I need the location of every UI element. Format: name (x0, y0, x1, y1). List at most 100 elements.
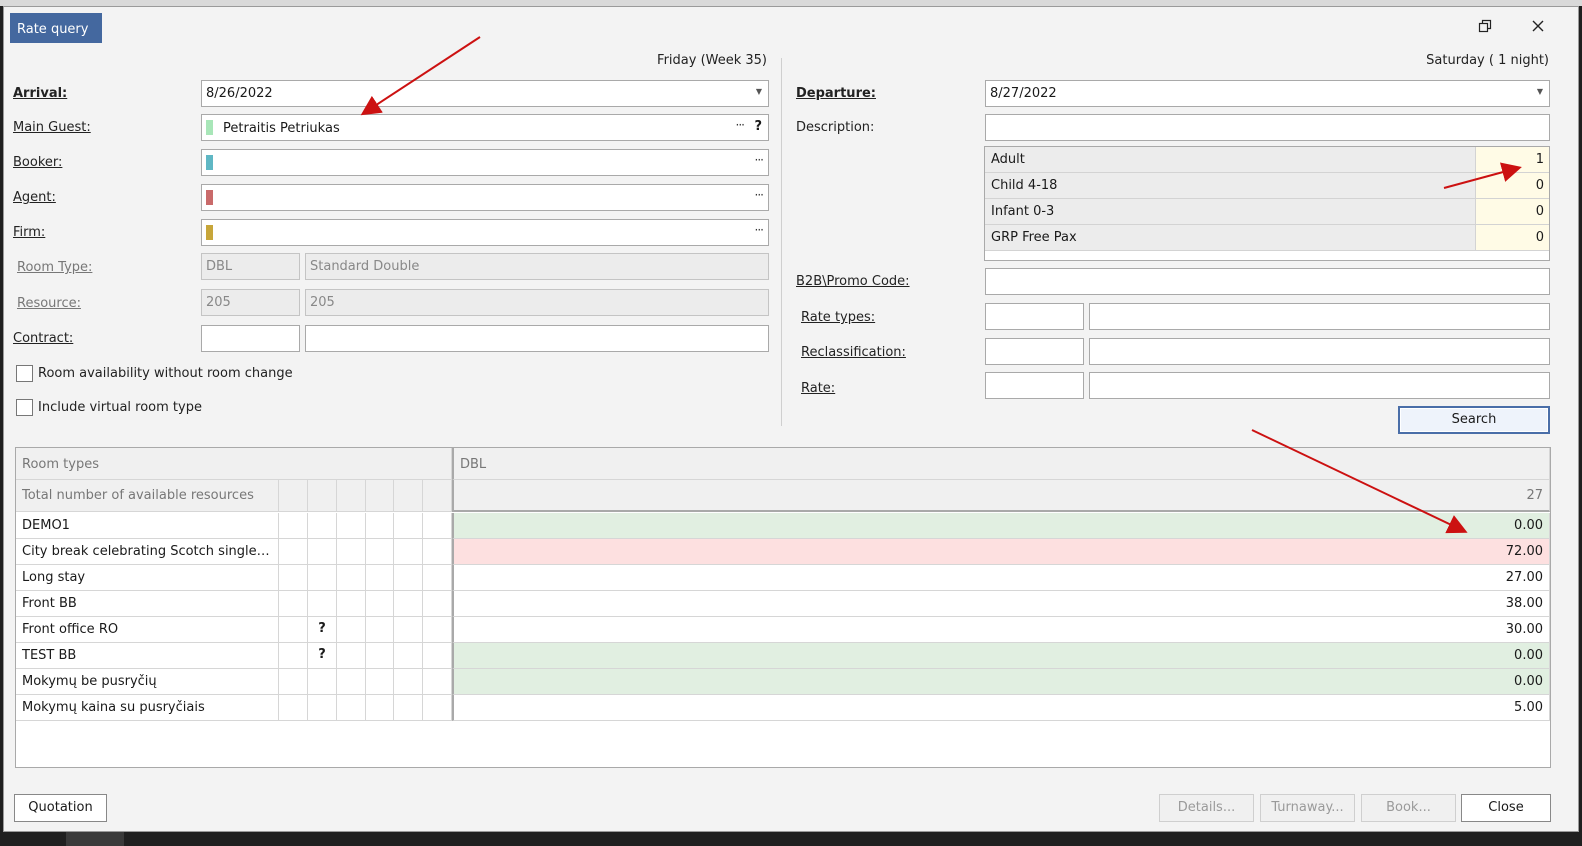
rate-row-flag (366, 617, 394, 643)
rate-code-input[interactable] (985, 372, 1084, 399)
ellipsis-icon[interactable]: ··· (755, 188, 765, 202)
close-icon[interactable] (1527, 19, 1549, 41)
rate-row-flag (423, 643, 452, 669)
rate-row-name[interactable]: Front BB (16, 591, 279, 617)
grid-flag-header (366, 480, 394, 512)
main-guest-value: Petraitis Petriukas (223, 121, 340, 136)
rate-row-name[interactable]: DEMO1 (16, 513, 279, 539)
rate-row-price[interactable]: 0.00 (452, 669, 1550, 695)
rate-row-name[interactable]: City break celebrating Scotch single… (16, 539, 279, 565)
rate-row-name[interactable]: Mokymų kaina su pusryčiais (16, 695, 279, 721)
firm-color-swatch (206, 225, 213, 240)
taskbar-button[interactable] (66, 832, 124, 846)
rate-label: Rate: (801, 381, 836, 396)
turnaway-button[interactable]: Turnaway... (1260, 794, 1355, 822)
rate-types-code-input[interactable] (985, 303, 1084, 330)
rate-row-flag (279, 539, 308, 565)
pax-count-input[interactable]: 0 (1475, 225, 1549, 250)
rate-row-flag (394, 695, 423, 721)
resource-label: Resource: (17, 296, 81, 311)
firm-label: Firm: (13, 225, 46, 240)
rate-row-flag (366, 695, 394, 721)
grid-total-value: 27 (452, 480, 1550, 512)
pax-count-input[interactable]: 1 (1475, 147, 1549, 172)
details-button[interactable]: Details... (1159, 794, 1254, 822)
promo-code-label: B2B\Promo Code: (796, 274, 910, 289)
description-input[interactable] (985, 114, 1550, 141)
taskbar (0, 832, 1582, 846)
reclassification-name-input[interactable] (1089, 338, 1550, 365)
rate-row-flag (394, 643, 423, 669)
rate-grid: Room types DBL Total number of available… (15, 447, 1551, 768)
rate-row-flag (308, 669, 337, 695)
quotation-button[interactable]: Quotation (14, 794, 107, 822)
rate-row-flag (308, 591, 337, 617)
search-button[interactable]: Search (1398, 406, 1550, 434)
include-virtual-checkbox[interactable] (16, 399, 33, 416)
agent-label: Agent: (13, 190, 56, 205)
arrival-date-field[interactable]: 8/26/2022 ▼ (201, 80, 769, 107)
agent-field[interactable]: ··· (201, 184, 769, 211)
booker-color-swatch (206, 155, 213, 170)
chevron-down-icon[interactable]: ▼ (1537, 87, 1543, 96)
rate-row-flag (423, 565, 452, 591)
column-divider (781, 58, 782, 426)
arrival-day-info: Friday (Week 35) (657, 53, 767, 68)
pax-count-input[interactable]: 0 (1475, 173, 1549, 198)
ellipsis-icon[interactable]: ··· (736, 118, 746, 132)
reclassification-code-input[interactable] (985, 338, 1084, 365)
rate-row-price[interactable]: 5.00 (452, 695, 1550, 721)
departure-date-value: 8/27/2022 (990, 86, 1057, 101)
grid-header-dbl[interactable]: DBL (452, 448, 1550, 480)
promo-code-input[interactable] (985, 268, 1550, 295)
rate-types-name-input[interactable] (1089, 303, 1550, 330)
rate-row-flag (308, 539, 337, 565)
ellipsis-icon[interactable]: ··· (755, 153, 765, 167)
grid-flag-header (394, 480, 423, 512)
rate-row-name[interactable]: Long stay (16, 565, 279, 591)
rate-row-price[interactable]: 30.00 (452, 617, 1550, 643)
grid-total-label: Total number of available resources (16, 480, 279, 512)
close-button[interactable]: Close (1461, 794, 1551, 822)
grid-flag-header (308, 480, 337, 512)
resource-code-field: 205 (201, 289, 300, 316)
restore-icon[interactable] (1474, 19, 1496, 41)
room-type-code-field: DBL (201, 253, 300, 280)
rate-row-price[interactable]: 72.00 (452, 539, 1550, 565)
rate-row-flag (308, 695, 337, 721)
firm-field[interactable]: ··· (201, 219, 769, 246)
pax-row: Adult 1 (985, 147, 1549, 173)
contract-name-field[interactable] (305, 325, 769, 352)
rate-row-price[interactable]: 0.00 (452, 513, 1550, 539)
book-button[interactable]: Book... (1361, 794, 1456, 822)
booker-field[interactable]: ··· (201, 149, 769, 176)
rate-row-price[interactable]: 0.00 (452, 643, 1550, 669)
rate-row-flag (366, 565, 394, 591)
rate-name-input[interactable] (1089, 372, 1550, 399)
include-virtual-label: Include virtual room type (38, 400, 202, 415)
pax-name: Adult (985, 147, 1475, 172)
departure-date-field[interactable]: 8/27/2022 ▼ (985, 80, 1550, 107)
rate-row-flag (366, 643, 394, 669)
rate-row-name[interactable]: TEST BB (16, 643, 279, 669)
grid-flag-header (423, 480, 452, 512)
rate-row-flag (337, 617, 366, 643)
pax-row: Child 4-18 0 (985, 173, 1549, 199)
rate-row-flag (423, 539, 452, 565)
chevron-down-icon[interactable]: ▼ (756, 87, 762, 96)
rate-row-name[interactable]: Front office RO (16, 617, 279, 643)
rate-row-flag (394, 565, 423, 591)
rate-row-price[interactable]: 27.00 (452, 565, 1550, 591)
pax-name: GRP Free Pax (985, 225, 1475, 250)
grid-flag-header (279, 480, 308, 512)
room-availability-checkbox[interactable] (16, 365, 33, 382)
contract-code-field[interactable] (201, 325, 300, 352)
rate-row-name[interactable]: Mokymų be pusryčių (16, 669, 279, 695)
main-guest-field[interactable]: Petraitis Petriukas ··· ? (201, 114, 769, 141)
pax-count-input[interactable]: 0 (1475, 199, 1549, 224)
ellipsis-icon[interactable]: ··· (755, 223, 765, 237)
rate-row-price[interactable]: 38.00 (452, 591, 1550, 617)
departure-label: Departure: (796, 86, 876, 101)
question-icon[interactable]: ? (754, 119, 762, 134)
rate-row-flag (279, 591, 308, 617)
